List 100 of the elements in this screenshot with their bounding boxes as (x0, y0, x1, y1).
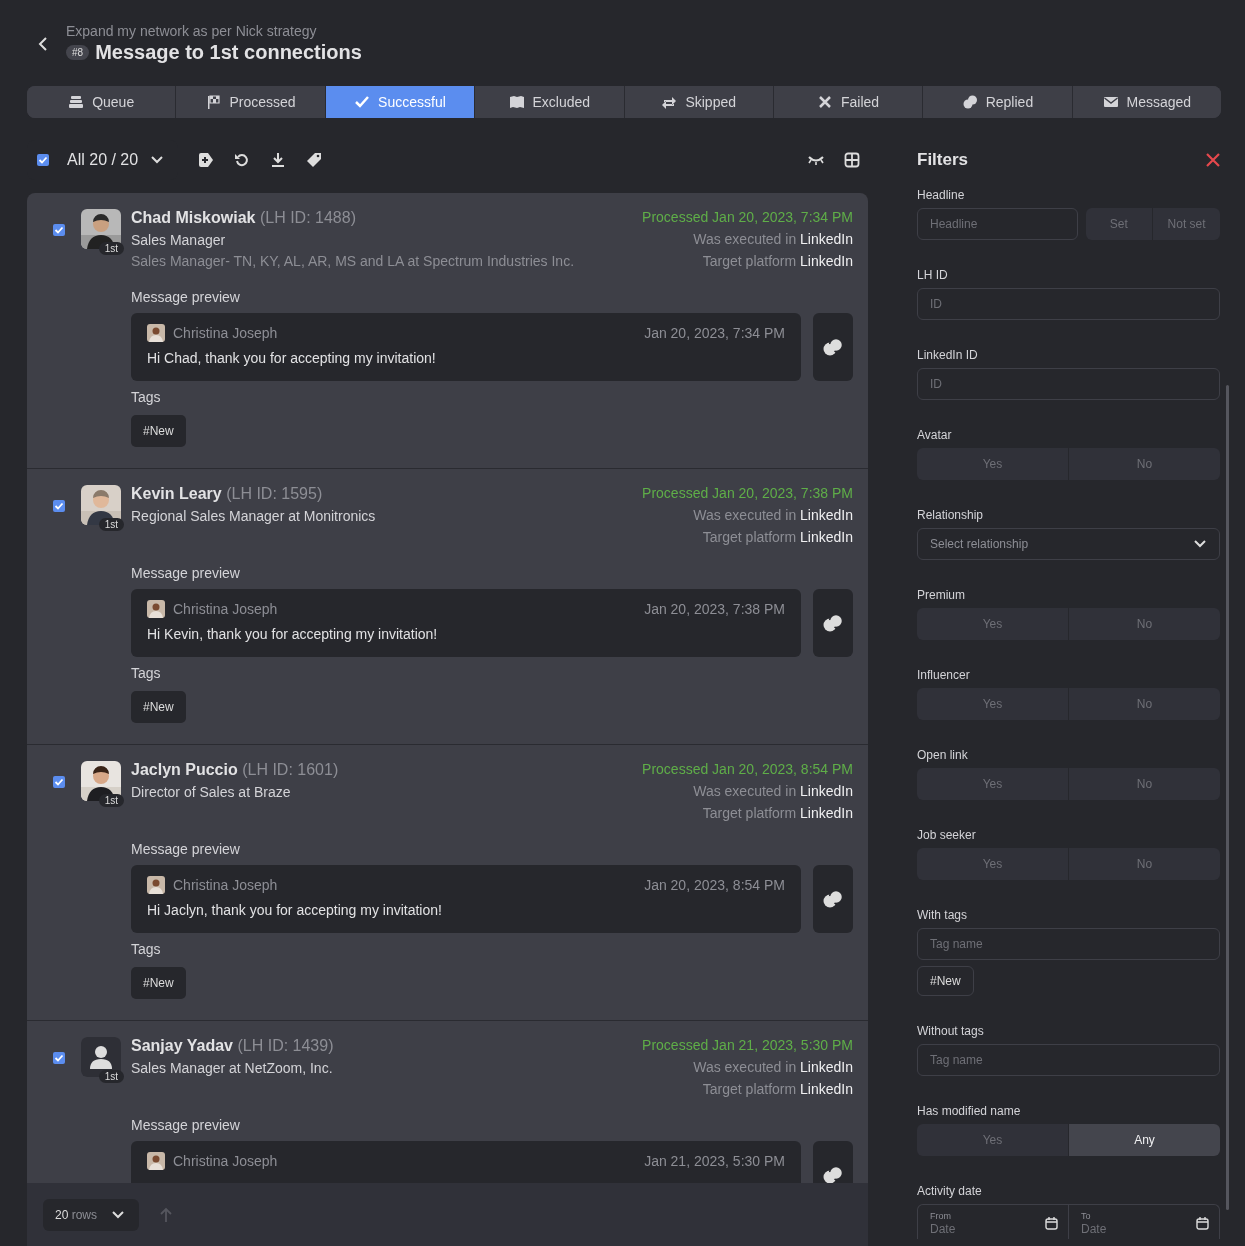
section-label: Message preview (131, 1117, 241, 1133)
filter-label: LinkedIn ID (917, 348, 979, 362)
tab-icon (354, 94, 371, 110)
tag-chip[interactable]: #New (131, 415, 186, 447)
toggle-option[interactable]: Any (1068, 1124, 1220, 1156)
tab-icon (1102, 94, 1119, 110)
tag-chip[interactable]: #New (131, 691, 186, 723)
filter-label: Open link (917, 748, 969, 762)
filter-label: Has modified name (917, 1104, 1022, 1118)
filter-label: With tags (917, 908, 968, 922)
chat-button[interactable] (813, 865, 853, 933)
section-label: Tags (131, 665, 162, 681)
meta-value: LinkedIn (800, 805, 853, 821)
headline: Regional Sales Manager at Monitronics (131, 508, 376, 524)
position: Sales Manager- TN, KY, AL, AR, MS and LA at Spectrum Industries Inc. (131, 253, 575, 269)
meta-label: Was executed in (693, 507, 797, 523)
close-icon[interactable] (1206, 153, 1220, 167)
input-field[interactable]: ID (917, 288, 1220, 320)
input-field[interactable]: Headline (917, 208, 1078, 240)
meta-label: Target platform (702, 805, 797, 821)
tab-icon (661, 94, 678, 110)
tab-icon (205, 94, 222, 110)
headline: Sales Manager at NetZoom, Inc. (131, 1060, 334, 1076)
row-checkbox[interactable] (53, 776, 65, 788)
meta-value: LinkedIn (800, 529, 853, 545)
tag-chip[interactable]: #New (131, 967, 186, 999)
message-time: Jan 20, 2023, 7:34 PM (644, 325, 785, 341)
meta-value: LinkedIn (800, 253, 853, 269)
section-label: Message preview (131, 565, 241, 581)
filter-label: Premium (917, 588, 966, 602)
tag-chip[interactable]: #New (917, 966, 974, 996)
processed-date: Processed Jan 20, 2023, 7:34 PM (642, 209, 853, 225)
input-field[interactable]: Tag name (917, 928, 1220, 960)
processed-date: Processed Jan 21, 2023, 5:30 PM (642, 1037, 853, 1053)
row-checkbox[interactable] (53, 1052, 65, 1064)
lh-id: (LH ID: 1439) (237, 1037, 334, 1054)
input-field[interactable]: Tag name (917, 1044, 1220, 1076)
row-checkbox[interactable] (53, 224, 65, 236)
grid-icon[interactable] (844, 152, 860, 168)
tag-icon[interactable] (306, 152, 323, 168)
message-text: Hi Jaclyn, thank you for accepting my invitation! (147, 902, 443, 918)
chat-button[interactable] (813, 589, 853, 657)
meta-label: Target platform (702, 253, 797, 269)
step-badge: #8 (66, 44, 90, 60)
filter-label: Activity date (917, 1184, 983, 1198)
refresh-icon[interactable] (234, 152, 251, 168)
message-time: Jan 20, 2023, 7:38 PM (644, 601, 785, 617)
meta-label: Target platform (702, 529, 797, 545)
message-time: Jan 21, 2023, 5:30 PM (644, 1153, 785, 1169)
select-all-checkbox[interactable] (37, 154, 49, 166)
chat-bubbles-icon (822, 890, 844, 908)
back-icon[interactable] (38, 36, 48, 52)
meta-value: LinkedIn (800, 507, 853, 523)
relationship-select[interactable]: Select relationship (917, 528, 1220, 560)
sender-name: Christina Joseph (173, 325, 279, 341)
rows-dropdown[interactable]: 20 rows (43, 1198, 140, 1231)
sender-name: Christina Joseph (173, 601, 279, 617)
message-text: Hi Kevin, thank you for accepting my invitation! (147, 626, 439, 642)
chat-button[interactable] (813, 313, 853, 381)
input-field[interactable]: ID (917, 368, 1220, 400)
degree-badge: 1st (98, 518, 124, 531)
chat-bubbles-icon (822, 338, 844, 356)
sender-name: Christina Joseph (173, 1153, 279, 1169)
filter-label: Influencer (917, 668, 971, 682)
headline: Director of Sales at Braze (131, 784, 292, 800)
contact-name[interactable]: Sanjay Yadav (131, 1037, 233, 1054)
filter-label: Job seeker (917, 828, 977, 842)
filter-label: LH ID (917, 268, 949, 282)
filter-label: Headline (917, 188, 966, 202)
meta-value: LinkedIn (800, 1081, 853, 1097)
message-text: Hi Chad, thank you for accepting my invitation! (147, 350, 437, 366)
contact-name[interactable]: Jaclyn Puccio (131, 761, 238, 778)
processed-date: Processed Jan 20, 2023, 7:38 PM (642, 485, 853, 501)
tab-icon (817, 94, 833, 110)
contact-name[interactable]: Kevin Leary (131, 485, 222, 502)
lh-id: (LH ID: 1601) (242, 761, 339, 778)
processed-date: Processed Jan 20, 2023, 8:54 PM (642, 761, 853, 777)
contact-name[interactable]: Chad Miskowiak (131, 209, 256, 226)
chevron-down-icon (150, 155, 165, 165)
section-label: Tags (131, 389, 162, 405)
hidden-eye-icon[interactable] (808, 154, 824, 166)
tab-icon (508, 94, 525, 110)
meta-value: LinkedIn (800, 1059, 853, 1075)
filter-label: Relationship (917, 508, 985, 522)
meta-label: Target platform (702, 1081, 797, 1097)
tab[interactable]: Messaged (1071, 86, 1221, 118)
sender-name: Christina Joseph (173, 877, 279, 893)
lh-id: (LH ID: 1488) (259, 209, 356, 226)
message-time: Jan 20, 2023, 8:54 PM (644, 877, 785, 893)
page-title: Message to 1st connections (95, 40, 362, 64)
download-icon[interactable] (270, 152, 287, 168)
section-label: Message preview (131, 289, 241, 305)
row-checkbox[interactable] (53, 500, 65, 512)
chevron-down-icon (1193, 539, 1207, 549)
section-label: Tags (131, 941, 162, 957)
degree-badge: 1st (98, 1070, 124, 1083)
meta-value: LinkedIn (800, 783, 853, 799)
add-tag-icon[interactable] (198, 152, 215, 168)
tab-icon (68, 94, 85, 110)
lh-id: (LH ID: 1595) (226, 485, 323, 502)
